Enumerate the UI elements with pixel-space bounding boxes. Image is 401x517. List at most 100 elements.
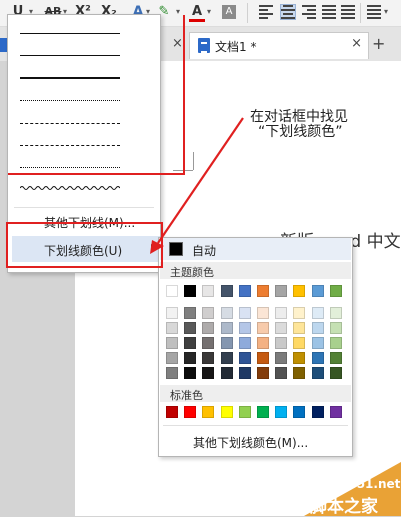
theme-color-swatch[interactable] [202, 285, 215, 297]
theme-shade-swatch[interactable] [238, 307, 251, 319]
theme-shade-swatch[interactable] [184, 352, 197, 364]
theme-shade-swatch[interactable] [329, 322, 342, 334]
theme-colors-heading: 主题颜色 [170, 266, 214, 279]
theme-shade-swatch[interactable] [166, 337, 178, 349]
theme-shade-swatch[interactable] [257, 352, 269, 364]
theme-shade-swatch[interactable] [166, 307, 178, 319]
auto-color-label: 自动 [192, 244, 217, 258]
line-spacing-dropdown-icon[interactable]: ▾ [384, 3, 388, 21]
theme-shade-swatch[interactable] [202, 337, 215, 349]
theme-shade-swatch[interactable] [238, 337, 251, 349]
theme-color-swatch[interactable] [220, 285, 233, 297]
theme-shade-swatch[interactable] [275, 352, 288, 364]
standard-color-swatch[interactable] [257, 406, 269, 418]
theme-shade-swatch[interactable] [293, 352, 306, 364]
more-underline-colors-item[interactable]: 其他下划线颜色(M)... [193, 434, 308, 451]
annotation-text-line2: “下划线颜色” [258, 124, 343, 140]
theme-shade-swatch[interactable] [311, 307, 324, 319]
distribute-icon[interactable] [341, 5, 355, 19]
menu-divider [14, 207, 154, 208]
standard-colors-header: 标准色 [160, 385, 351, 402]
theme-color-swatch[interactable] [293, 285, 306, 297]
watermark-name: 脚本之家 [310, 497, 378, 517]
auto-color-item[interactable]: 自动 [160, 238, 351, 260]
standard-color-swatch[interactable] [220, 406, 233, 418]
tab-title: 文档1 * [215, 40, 257, 54]
new-tab-icon[interactable]: + [372, 34, 385, 53]
align-right-icon[interactable] [302, 5, 316, 19]
theme-shade-swatch[interactable] [275, 337, 288, 349]
standard-color-swatch[interactable] [275, 406, 288, 418]
standard-color-swatch[interactable] [166, 406, 178, 418]
line-spacing-icon[interactable] [367, 5, 381, 19]
theme-shade-swatch[interactable] [202, 322, 215, 334]
theme-shade-swatch[interactable] [311, 352, 324, 364]
font-color-indicator [189, 19, 205, 22]
theme-shade-swatch[interactable] [257, 307, 269, 319]
theme-shade-swatch[interactable] [329, 307, 342, 319]
theme-shade-swatch[interactable] [220, 337, 233, 349]
theme-shade-swatch[interactable] [257, 367, 269, 379]
theme-shade-swatch[interactable] [311, 337, 324, 349]
theme-shade-swatch[interactable] [166, 352, 178, 364]
theme-color-swatch[interactable] [184, 285, 197, 297]
theme-shade-swatch[interactable] [184, 322, 197, 334]
theme-shade-swatch[interactable] [184, 337, 197, 349]
standard-color-swatch[interactable] [202, 406, 215, 418]
standard-color-swatch[interactable] [293, 406, 306, 418]
document-icon [198, 38, 210, 53]
theme-shade-swatch[interactable] [293, 337, 306, 349]
theme-shade-swatch[interactable] [329, 352, 342, 364]
theme-shade-swatch[interactable] [220, 352, 233, 364]
theme-color-swatch[interactable] [329, 285, 342, 297]
theme-color-swatch[interactable] [275, 285, 288, 297]
theme-color-swatch[interactable] [257, 285, 269, 297]
theme-color-swatch[interactable] [238, 285, 251, 297]
justify-icon[interactable] [322, 5, 336, 19]
char-shading-button[interactable]: A [222, 5, 236, 19]
theme-shade-swatch[interactable] [293, 367, 306, 379]
theme-shade-swatch[interactable] [311, 367, 324, 379]
theme-color-swatch[interactable] [166, 285, 178, 297]
theme-shade-swatch[interactable] [166, 322, 178, 334]
standard-color-swatch[interactable] [238, 406, 251, 418]
theme-shade-swatch[interactable] [220, 322, 233, 334]
theme-shade-swatch[interactable] [238, 322, 251, 334]
underline-style-wave[interactable] [20, 183, 120, 193]
theme-shade-swatch[interactable] [184, 307, 197, 319]
tab-close-icon[interactable]: × [351, 36, 362, 51]
theme-shade-swatch[interactable] [166, 367, 178, 379]
theme-color-swatch[interactable] [311, 285, 324, 297]
theme-shade-swatch[interactable] [293, 307, 306, 319]
font-color-dropdown-icon[interactable]: ▾ [207, 3, 211, 21]
theme-shade-swatch[interactable] [329, 367, 342, 379]
theme-shade-swatch[interactable] [202, 307, 215, 319]
auto-color-swatch [169, 242, 183, 256]
standard-color-swatch[interactable] [184, 406, 197, 418]
theme-shade-swatch[interactable] [202, 367, 215, 379]
theme-shade-swatch[interactable] [257, 322, 269, 334]
toolbar-divider [247, 3, 248, 23]
theme-shade-swatch[interactable] [220, 307, 233, 319]
theme-shade-swatch[interactable] [220, 367, 233, 379]
align-center-icon[interactable] [280, 4, 296, 20]
theme-shade-swatch[interactable] [311, 322, 324, 334]
highlight-frame [6, 222, 163, 268]
theme-shade-swatch[interactable] [293, 322, 306, 334]
underline-color-menu: 自动 主题颜色 标准色 其他下划线颜色(M)... [158, 237, 353, 457]
theme-shade-swatch[interactable] [184, 367, 197, 379]
theme-colors-header: 主题颜色 [160, 262, 351, 279]
theme-shade-swatch[interactable] [275, 367, 288, 379]
theme-shade-swatch[interactable] [238, 352, 251, 364]
theme-shade-swatch[interactable] [275, 307, 288, 319]
theme-shade-swatch[interactable] [238, 367, 251, 379]
theme-shade-swatch[interactable] [275, 322, 288, 334]
theme-shade-swatch[interactable] [257, 337, 269, 349]
standard-color-swatch[interactable] [311, 406, 324, 418]
theme-shade-swatch[interactable] [202, 352, 215, 364]
align-left-icon[interactable] [259, 5, 273, 19]
highlight-frame [8, 15, 185, 175]
tab-document1[interactable]: 文档1 * × [189, 32, 369, 59]
theme-shade-swatch[interactable] [329, 337, 342, 349]
standard-color-swatch[interactable] [329, 406, 342, 418]
